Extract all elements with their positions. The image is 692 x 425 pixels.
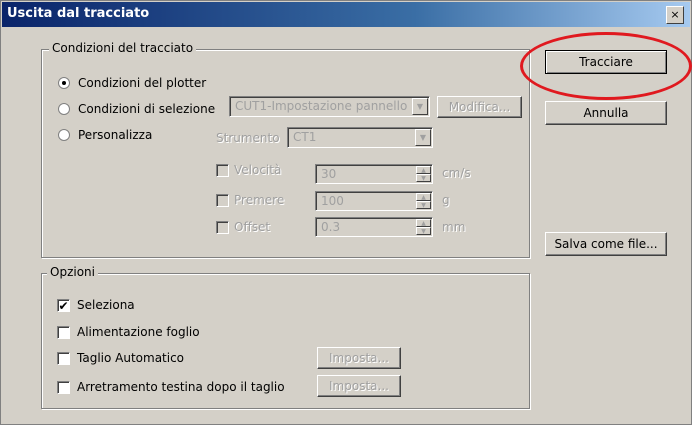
options-legend: Opzioni bbox=[47, 265, 98, 279]
autocut-setup-button[interactable]: Imposta... bbox=[317, 347, 401, 369]
spin-up-icon[interactable]: ▲ bbox=[416, 166, 431, 174]
title-bar[interactable]: Uscita dal tracciato × bbox=[2, 2, 690, 27]
radio-selection-label[interactable]: Condizioni di selezione bbox=[78, 102, 215, 116]
offset-spinner[interactable]: ▲ ▼ bbox=[416, 219, 431, 235]
pressure-value: 100 bbox=[321, 194, 344, 208]
window-title: Uscita dal tracciato bbox=[7, 6, 150, 21]
modify-button[interactable]: Modifica... bbox=[437, 96, 522, 118]
offset-value: 0.3 bbox=[321, 220, 341, 234]
tool-dropdown-value: CT1 bbox=[293, 130, 317, 144]
velocity-input[interactable]: 30 ▲ ▼ bbox=[315, 164, 433, 184]
retract-checkbox[interactable] bbox=[57, 381, 70, 394]
autocut-checkbox[interactable] bbox=[57, 352, 70, 365]
selection-dropdown-value: CUT1-Impostazione pannello bbox=[235, 99, 408, 113]
checkmark-icon: ✔ bbox=[58, 299, 69, 313]
autocut-label[interactable]: Taglio Automatico bbox=[77, 351, 184, 365]
retract-setup-button[interactable]: Imposta... bbox=[317, 375, 401, 397]
radio-selection-conditions[interactable] bbox=[58, 103, 70, 115]
cancel-button[interactable]: Annulla bbox=[545, 101, 667, 125]
velocity-checkbox[interactable] bbox=[216, 164, 229, 177]
conditions-legend: Condizioni del tracciato bbox=[49, 41, 197, 55]
velocity-label: Velocità bbox=[234, 163, 282, 177]
tool-label: Strumento bbox=[216, 131, 280, 145]
pressure-spinner[interactable]: ▲ ▼ bbox=[416, 193, 431, 209]
pressure-label: Premere bbox=[234, 193, 285, 207]
spin-down-icon[interactable]: ▼ bbox=[416, 201, 431, 209]
spin-down-icon[interactable]: ▼ bbox=[416, 227, 431, 235]
velocity-unit: cm/s bbox=[442, 166, 471, 180]
dialog-window: Uscita dal tracciato × Condizioni del tr… bbox=[0, 0, 692, 425]
spin-up-icon[interactable]: ▲ bbox=[416, 219, 431, 227]
offset-label: Offset bbox=[234, 220, 271, 234]
pressure-unit: g bbox=[442, 193, 450, 207]
chevron-down-icon[interactable]: ▼ bbox=[415, 129, 431, 146]
radio-plotter-conditions[interactable] bbox=[58, 77, 70, 89]
spin-down-icon[interactable]: ▼ bbox=[416, 174, 431, 182]
offset-input[interactable]: 0.3 ▲ ▼ bbox=[315, 217, 433, 237]
velocity-value: 30 bbox=[321, 167, 337, 181]
highlight-ellipse bbox=[520, 32, 692, 100]
selection-dropdown[interactable]: CUT1-Impostazione pannello ▼ bbox=[229, 96, 430, 117]
chevron-down-icon[interactable]: ▼ bbox=[412, 98, 428, 115]
radio-plotter-label[interactable]: Condizioni del plotter bbox=[78, 76, 206, 90]
radio-selected-dot bbox=[62, 81, 66, 85]
pressure-checkbox[interactable] bbox=[216, 194, 229, 207]
select-label[interactable]: Seleziona bbox=[77, 298, 135, 312]
retract-label[interactable]: Arretramento testina dopo il taglio bbox=[77, 380, 285, 394]
radio-custom[interactable] bbox=[58, 129, 70, 141]
tool-dropdown[interactable]: CT1 ▼ bbox=[287, 127, 433, 148]
offset-unit: mm bbox=[442, 220, 466, 234]
select-checkbox[interactable]: ✔ bbox=[57, 299, 70, 312]
spin-up-icon[interactable]: ▲ bbox=[416, 193, 431, 201]
save-as-file-button[interactable]: Salva come file... bbox=[545, 232, 667, 256]
pressure-input[interactable]: 100 ▲ ▼ bbox=[315, 191, 433, 211]
feed-label[interactable]: Alimentazione foglio bbox=[77, 325, 200, 339]
offset-checkbox[interactable] bbox=[216, 221, 229, 234]
velocity-spinner[interactable]: ▲ ▼ bbox=[416, 166, 431, 182]
feed-checkbox[interactable] bbox=[57, 326, 70, 339]
close-icon[interactable]: × bbox=[666, 6, 684, 24]
radio-custom-label[interactable]: Personalizza bbox=[78, 128, 152, 142]
